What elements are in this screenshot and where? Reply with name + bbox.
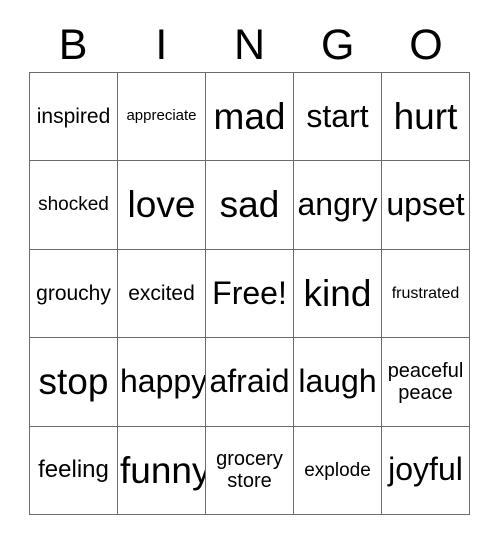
bingo-cell[interactable]: peaceful peace xyxy=(382,338,470,427)
bingo-cell[interactable]: stop xyxy=(30,338,118,427)
bingo-cell[interactable]: feeling xyxy=(30,426,118,516)
header-letter-b: B xyxy=(58,20,88,69)
bingo-cell[interactable]: hurt xyxy=(382,73,470,162)
bingo-cell-label: love xyxy=(127,184,196,226)
bingo-cell-label: grouchy xyxy=(36,281,111,305)
bingo-cell-label: kind xyxy=(303,272,372,314)
bingo-cell-label: grocery store xyxy=(216,447,283,493)
bingo-cell-label: appreciate xyxy=(126,107,197,125)
header-letter-i: I xyxy=(155,20,168,69)
bingo-cell[interactable]: happy xyxy=(118,338,206,427)
bingo-cell[interactable]: kind xyxy=(294,249,382,339)
bingo-cell-label: angry xyxy=(297,186,378,223)
bingo-cell[interactable]: laugh xyxy=(294,338,382,427)
bingo-cell[interactable]: frustrated xyxy=(382,249,470,339)
header-letter-n: N xyxy=(233,20,266,69)
bingo-cell-label: peaceful peace xyxy=(387,359,464,404)
bingo-cell[interactable]: explode xyxy=(294,426,382,516)
bingo-cell-label: sad xyxy=(219,184,280,226)
bingo-cell-label: afraid xyxy=(209,363,290,399)
bingo-row: inspired appreciate mad start hurt xyxy=(30,73,470,162)
bingo-cell[interactable]: angry xyxy=(294,161,382,250)
bingo-cell-label: laugh xyxy=(298,363,377,399)
bingo-free-label: Free! xyxy=(212,274,287,311)
bingo-cell[interactable]: grocery store xyxy=(206,426,294,516)
bingo-cell-label: shocked xyxy=(38,194,109,216)
bingo-row: stop happy afraid laugh peaceful peace xyxy=(30,338,470,427)
bingo-grid: inspired appreciate mad start hurt shock… xyxy=(29,72,470,516)
bingo-cell[interactable]: sad xyxy=(206,161,294,250)
bingo-cell-label: happy xyxy=(120,363,206,399)
bingo-cell-label: joyful xyxy=(388,451,463,488)
bingo-cell[interactable]: upset xyxy=(382,161,470,250)
bingo-cell[interactable]: love xyxy=(118,161,206,250)
bingo-cell[interactable]: start xyxy=(294,73,382,162)
bingo-cell-label: excited xyxy=(128,281,195,305)
bingo-cell-label: feeling xyxy=(38,455,109,483)
bingo-cell[interactable]: joyful xyxy=(382,426,470,516)
bingo-row: shocked love sad angry upset xyxy=(30,161,470,250)
bingo-cell-label: explode xyxy=(304,459,371,481)
bingo-cell-label: start xyxy=(306,97,369,134)
bingo-row: feeling funny grocery store explode joyf… xyxy=(30,426,470,516)
bingo-cell-label: inspired xyxy=(36,104,111,128)
bingo-free-cell[interactable]: Free! xyxy=(206,249,294,339)
bingo-cell[interactable]: inspired xyxy=(30,73,118,162)
bingo-cell[interactable]: appreciate xyxy=(118,73,206,162)
bingo-header: B I N G O xyxy=(29,18,470,72)
bingo-cell[interactable]: shocked xyxy=(30,161,118,250)
bingo-cell-label: stop xyxy=(38,361,109,403)
bingo-cell-label: hurt xyxy=(393,95,458,137)
bingo-cell[interactable]: excited xyxy=(118,249,206,339)
bingo-cell-label: mad xyxy=(213,95,286,137)
bingo-cell-label: upset xyxy=(386,186,465,223)
bingo-cell-label: frustrated xyxy=(391,284,460,302)
bingo-cell[interactable]: grouchy xyxy=(30,249,118,339)
bingo-row: grouchy excited Free! kind frustrated xyxy=(30,249,470,339)
bingo-cell[interactable]: mad xyxy=(206,73,294,162)
bingo-cell-label: funny xyxy=(120,449,206,491)
header-letter-g: G xyxy=(320,20,355,69)
bingo-cell[interactable]: funny xyxy=(118,426,206,516)
header-letter-o: O xyxy=(409,20,443,69)
bingo-cell[interactable]: afraid xyxy=(206,338,294,427)
bingo-card: B I N G O inspired appreciate mad start … xyxy=(0,0,500,544)
